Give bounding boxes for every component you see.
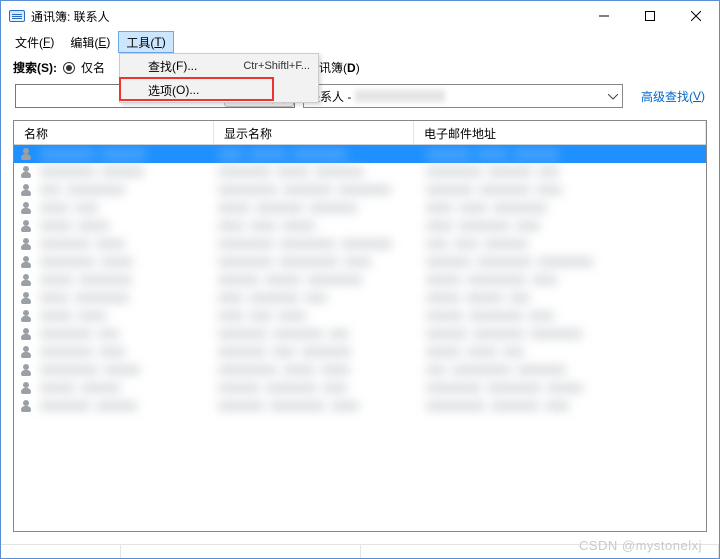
menu-bar: 文件(F) 编辑(E) 工具(T) <box>1 31 719 53</box>
person-icon <box>20 238 32 250</box>
table-row[interactable] <box>14 271 706 289</box>
person-icon <box>20 166 32 178</box>
maximize-button[interactable] <box>627 1 673 31</box>
person-icon <box>20 220 32 232</box>
person-icon <box>20 310 32 322</box>
minimize-button[interactable] <box>581 1 627 31</box>
table-row[interactable] <box>14 235 706 253</box>
person-icon <box>20 184 32 196</box>
column-name[interactable]: 名称 <box>14 121 214 144</box>
address-book-label-fragment: 讯簿(D) <box>317 59 360 76</box>
window-controls <box>581 1 719 31</box>
menu-file[interactable]: 文件(F) <box>7 31 62 53</box>
menu-tools[interactable]: 工具(T) <box>118 31 173 53</box>
table-row[interactable] <box>14 325 706 343</box>
table-row[interactable] <box>14 253 706 271</box>
search-label: 搜索(S): <box>13 59 57 76</box>
person-icon <box>20 382 32 394</box>
table-row[interactable] <box>14 343 706 361</box>
advanced-search-link[interactable]: 高级查找(V) <box>631 88 705 105</box>
status-bar <box>1 544 719 558</box>
person-icon <box>20 400 32 412</box>
title-bar: 通讯簿: 联系人 <box>1 1 719 31</box>
person-icon <box>20 256 32 268</box>
menu-item-options[interactable]: 选项(O)... <box>120 78 318 102</box>
shortcut-label: Ctr+Shiftl+F... <box>243 60 310 72</box>
menu-item-find[interactable]: 查找(F)... Ctr+Shiftl+F... <box>120 54 318 78</box>
chevron-down-icon <box>608 89 618 103</box>
table-row[interactable] <box>14 145 706 163</box>
tools-dropdown: 查找(F)... Ctr+Shiftl+F... 选项(O)... <box>119 53 319 103</box>
contacts-list: 名称 显示名称 电子邮件地址 <box>13 120 707 532</box>
table-row[interactable] <box>14 397 706 415</box>
table-row[interactable] <box>14 217 706 235</box>
window-title: 通讯簿: 联系人 <box>31 8 110 25</box>
menu-edit[interactable]: 编辑(E) <box>62 31 118 53</box>
radio-name-only[interactable] <box>63 62 75 74</box>
table-row[interactable] <box>14 199 706 217</box>
address-book-icon <box>9 10 25 22</box>
close-button[interactable] <box>673 1 719 31</box>
person-icon <box>20 364 32 376</box>
column-headers: 名称 显示名称 电子邮件地址 <box>14 121 706 145</box>
person-icon <box>20 328 32 340</box>
search-bar: 搜索(S): 仅名 讯簿(D) <box>1 53 719 82</box>
person-icon <box>20 202 32 214</box>
table-row[interactable] <box>14 289 706 307</box>
person-icon <box>20 274 32 286</box>
radio-name-only-label: 仅名 <box>81 59 105 76</box>
contacts-rows[interactable] <box>14 145 706 531</box>
table-row[interactable] <box>14 379 706 397</box>
table-row[interactable] <box>14 361 706 379</box>
person-icon <box>20 148 32 160</box>
address-book-window: 通讯簿: 联系人 文件(F) 编辑(E) 工具(T) 查找(F)... Ctr+… <box>0 0 720 559</box>
address-book-combo[interactable]: 联系人 - <box>303 84 623 108</box>
table-row[interactable] <box>14 307 706 325</box>
search-controls: 搜索(G) 联系人 - 高级查找(V) <box>1 82 719 116</box>
column-display-name[interactable]: 显示名称 <box>214 121 414 144</box>
table-row[interactable] <box>14 181 706 199</box>
table-row[interactable] <box>14 163 706 181</box>
person-icon <box>20 346 32 358</box>
person-icon <box>20 292 32 304</box>
column-email[interactable]: 电子邮件地址 <box>414 121 706 144</box>
